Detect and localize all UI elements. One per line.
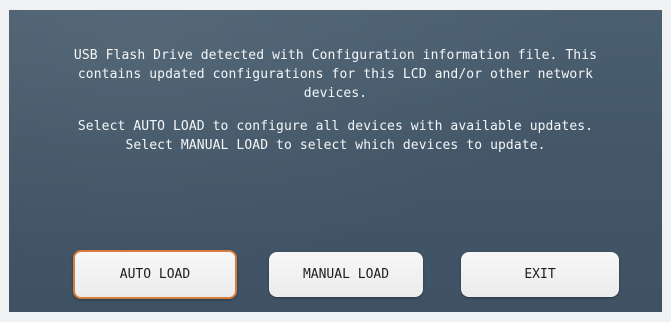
message-line-2: contains updated configurations for this…: [77, 67, 594, 82]
exit-button[interactable]: EXIT: [461, 252, 619, 297]
message-line-4: Select AUTO LOAD to configure all device…: [77, 119, 594, 134]
lcd-screen: USB Flash Drive detected with Configurat…: [9, 10, 662, 312]
auto-load-button[interactable]: AUTO LOAD: [73, 250, 237, 299]
manual-load-button[interactable]: MANUAL LOAD: [269, 252, 423, 297]
message-line-3: devices.: [303, 86, 368, 101]
message-line-1: USB Flash Drive detected with Configurat…: [73, 48, 598, 63]
message-line-5: Select MANUAL LOAD to select which devic…: [125, 138, 546, 153]
usb-config-message: USB Flash Drive detected with Configurat…: [49, 46, 622, 155]
device-bezel: USB Flash Drive detected with Configurat…: [0, 0, 671, 322]
